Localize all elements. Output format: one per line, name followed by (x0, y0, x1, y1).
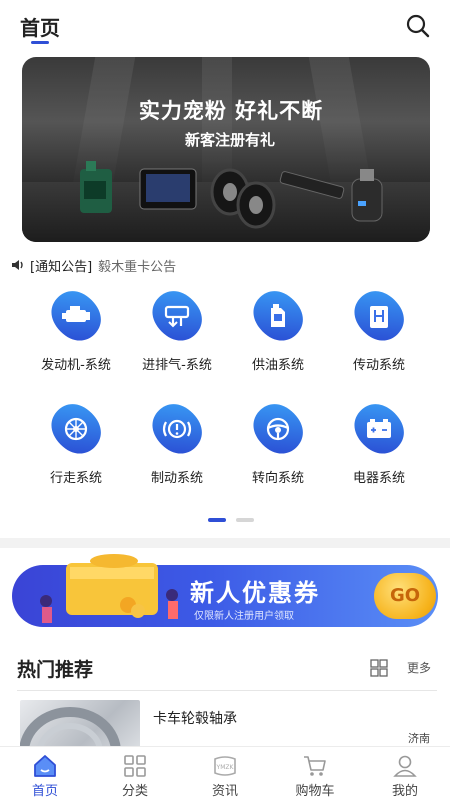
title-underline (31, 41, 49, 44)
banner-headline: 实力宠粉 好礼不断 (138, 99, 324, 123)
transmission-icon (354, 291, 404, 341)
product-city: 济南 (408, 732, 430, 745)
category-icon (124, 755, 146, 777)
product-name: 卡车轮毂轴承 (153, 711, 237, 727)
category-running[interactable]: 行走系统 (26, 403, 126, 486)
category-intake-exhaust[interactable]: 进排气-系统 (127, 290, 227, 373)
tab-profile[interactable]: 我的 (360, 747, 450, 800)
category-label: 传动系统 (352, 358, 405, 373)
cart-icon (304, 756, 326, 776)
category-electrical[interactable]: 电器系统 (329, 403, 429, 486)
coupon-illustration (40, 554, 178, 623)
tab-home[interactable]: 首页 (0, 747, 90, 800)
tab-label: 首页 (31, 784, 58, 799)
intake-exhaust-icon (152, 291, 202, 341)
grid-view-icon[interactable] (370, 659, 388, 677)
battery-icon (354, 404, 404, 454)
page-dot-active (208, 518, 226, 522)
page-dot (236, 518, 254, 522)
category-label: 发动机-系统 (41, 358, 111, 373)
more-link[interactable]: 更多 (407, 659, 431, 676)
coupon-subtitle: 仅限新人注册用户领取 (194, 611, 294, 622)
category-label: 行走系统 (49, 471, 102, 486)
notice-tag: [通知公告] (30, 259, 93, 275)
tab-label: 资讯 (211, 784, 238, 799)
tab-cart[interactable]: 购物车 (270, 747, 360, 800)
wheel-icon (51, 404, 101, 454)
banner-products-image (80, 161, 383, 229)
page-title[interactable]: 首页 (20, 12, 60, 41)
category-label: 电器系统 (352, 471, 405, 486)
category-label: 供油系统 (251, 358, 304, 373)
svg-text:YMZK: YMZK (216, 764, 235, 771)
category-label: 制动系统 (150, 471, 203, 486)
section-title: 热门推荐 (17, 659, 94, 681)
banner-subline: 新客注册有礼 (184, 131, 275, 149)
fuel-icon (253, 291, 303, 341)
engine-icon (51, 291, 101, 341)
notice-text[interactable]: 毅木重卡公告 (98, 256, 176, 275)
coupon-title: 新人优惠券 (190, 579, 320, 607)
notice-bar[interactable]: [通知公告] 毅木重卡公告 (10, 255, 176, 275)
section-divider-line (17, 690, 437, 691)
tab-label: 我的 (391, 784, 418, 799)
category-engine[interactable]: 发动机-系统 (26, 290, 126, 373)
page-indicator (208, 518, 254, 522)
speaker-icon (12, 260, 23, 270)
category-label: 转向系统 (251, 471, 304, 486)
coupon-go-button[interactable]: GO (374, 573, 436, 619)
brake-icon (152, 404, 202, 454)
tab-label: 分类 (121, 784, 148, 799)
category-transmission[interactable]: 传动系统 (329, 290, 429, 373)
category-brake[interactable]: 制动系统 (127, 403, 227, 486)
top-header: 首页 (0, 0, 450, 52)
steering-icon (253, 404, 303, 454)
promo-banner[interactable]: 实力宠粉 好礼不断 新客注册有礼 (22, 57, 430, 242)
home-icon (34, 755, 56, 777)
tab-label: 购物车 (295, 784, 335, 799)
profile-icon (393, 755, 417, 777)
tab-news[interactable]: YMZK 资讯 (180, 747, 270, 800)
category-steering[interactable]: 转向系统 (228, 403, 328, 486)
section-divider (0, 538, 450, 548)
category-fuel[interactable]: 供油系统 (228, 290, 328, 373)
new-user-coupon-banner[interactable]: 新人优惠券 仅限新人注册用户领取 GO (12, 554, 438, 627)
category-label: 进排气-系统 (142, 358, 212, 373)
bottom-tab-bar: 首页 分类 YMZK 资讯 购物车 我的 (0, 746, 450, 800)
tab-category[interactable]: 分类 (90, 747, 180, 800)
news-icon: YMZK (214, 756, 236, 776)
search-icon[interactable] (405, 13, 431, 39)
